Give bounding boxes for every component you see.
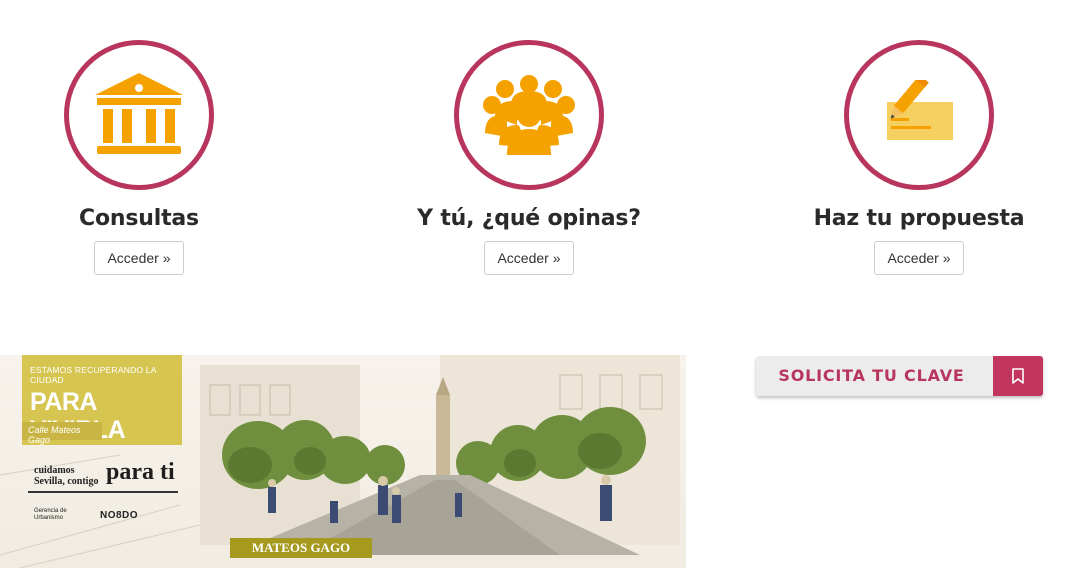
propuesta-icon-circle[interactable] (844, 40, 994, 190)
slogan-big: para ti (106, 459, 175, 485)
slogan-small: cuidamos Sevilla, contigo (34, 465, 99, 487)
feature-title: Y tú, ¿qué opinas? (417, 206, 641, 231)
feature-propuesta: Haz tu propuesta Acceder » (769, 40, 1069, 275)
feature-title: Consultas (79, 206, 199, 231)
solicita-clave-label: SOLICITA TU CLAVE (756, 356, 993, 396)
consultas-icon-circle[interactable] (64, 40, 214, 190)
banner-street-sub: Calle Mateos Gago (22, 422, 102, 445)
gerencia-urbanismo-logo: Gerencia de Urbanismo (34, 508, 84, 522)
solicita-clave-button[interactable]: SOLICITA TU CLAVE (756, 356, 1043, 396)
institution-icon (95, 73, 183, 154)
pencil-icon (887, 80, 953, 140)
group-icon (483, 75, 575, 155)
no8do-logo: NO8DO (100, 509, 139, 521)
opinas-acceder-button[interactable]: Acceder » (484, 241, 574, 275)
gerencia-logo-text: Gerencia de Urbanismo (34, 508, 67, 521)
feature-opinas: Y tú, ¿qué opinas? Acceder » (379, 40, 679, 275)
consultas-acceder-button[interactable]: Acceder » (94, 241, 184, 275)
banner-logos: Gerencia de Urbanismo NO8DO (34, 508, 138, 522)
banner-tagline-small: ESTAMOS RECUPERANDO LA CIUDAD (30, 365, 157, 385)
banner-street-tag: MATEOS GAGO (230, 538, 372, 558)
slogan-divider (28, 491, 178, 493)
propuesta-acceder-button[interactable]: Acceder » (874, 241, 964, 275)
clave-icon-box (993, 356, 1043, 396)
banner-label-box: ESTAMOS RECUPERANDO LA CIUDAD PARA VIVIR… (22, 355, 182, 445)
bookmark-icon (1012, 368, 1024, 384)
mateos-gago-banner[interactable]: ESTAMOS RECUPERANDO LA CIUDAD PARA VIVIR… (0, 355, 686, 568)
feature-title: Haz tu propuesta (813, 206, 1025, 231)
opinas-icon-circle[interactable] (454, 40, 604, 190)
banner-slogan: cuidamos Sevilla, contigo para ti (34, 459, 175, 487)
feature-consultas: Consultas Acceder » (0, 40, 289, 275)
